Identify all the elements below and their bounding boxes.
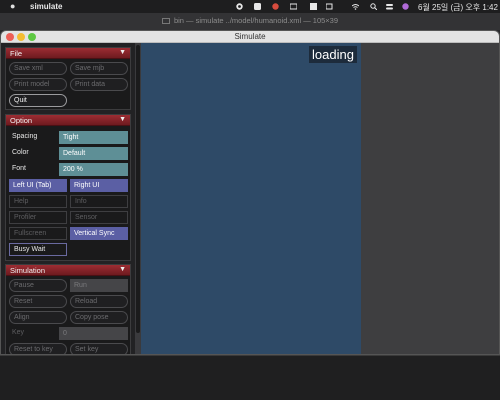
window-title: Simulate <box>234 32 266 41</box>
siri-icon[interactable] <box>402 3 409 10</box>
option-panel-header[interactable]: Option ▼ <box>6 115 130 126</box>
record-icon[interactable] <box>236 3 243 10</box>
spacing-label: Spacing <box>12 133 38 140</box>
info-toggle[interactable]: Info <box>70 195 128 208</box>
collapse-triangle-icon[interactable]: ▼ <box>119 49 126 56</box>
save-mjb-button[interactable]: Save mjb <box>70 62 128 75</box>
reset-button[interactable]: Reset <box>9 295 67 308</box>
spacing-select[interactable]: Tight <box>59 131 128 144</box>
option-panel-title: Option <box>10 116 33 125</box>
vertical-sync-toggle[interactable]: Vertical Sync <box>70 227 128 240</box>
color-select[interactable]: Default <box>59 147 128 160</box>
save-xml-button[interactable]: Save xml <box>9 62 67 75</box>
left-ui-panel: File ▼ Save xml Save mjb Print model Pri… <box>1 43 135 354</box>
simulation-panel: Simulation ▼ Pause Run Reset Reload Alig… <box>5 264 131 354</box>
background-terminal <box>0 355 500 400</box>
photo-icon[interactable] <box>290 3 297 10</box>
background-window-titlebar: bin — simulate ../model/humanoid.xml — 1… <box>0 13 500 30</box>
profiler-toggle[interactable]: Profiler <box>9 211 67 224</box>
app-menu-name[interactable]: simulate <box>30 2 62 11</box>
collapse-triangle-icon[interactable]: ▼ <box>119 266 126 273</box>
control-center-icon[interactable] <box>386 3 393 10</box>
right-ui-toggle[interactable]: Right UI <box>70 179 128 192</box>
align-button[interactable]: Align <box>9 311 67 324</box>
file-panel: File ▼ Save xml Save mjb Print model Pri… <box>5 47 131 110</box>
notification-icon[interactable] <box>272 3 279 10</box>
font-label: Font <box>12 165 27 172</box>
color-label: Color <box>12 149 29 156</box>
quit-button[interactable]: Quit <box>9 94 67 107</box>
apple-menu-icon[interactable]: ● <box>10 1 15 11</box>
loading-label: loading <box>309 46 357 63</box>
fullscreen-toggle[interactable]: Fullscreen <box>9 227 67 240</box>
sensor-toggle[interactable]: Sensor <box>70 211 128 224</box>
set-key-button[interactable]: Set key <box>70 343 128 354</box>
font-select[interactable]: 200 % <box>59 163 128 176</box>
print-model-button[interactable]: Print model <box>9 78 67 91</box>
collapse-triangle-icon[interactable]: ▼ <box>119 116 126 123</box>
app-status-icon[interactable] <box>254 3 261 10</box>
key-label: Key <box>12 329 25 336</box>
window-titlebar: Simulate <box>1 31 499 43</box>
search-icon[interactable] <box>370 3 377 10</box>
menubar-clock[interactable]: 6월 25일 (금) 오후 1:42 <box>418 2 498 13</box>
simulation-panel-title: Simulation <box>10 266 46 275</box>
folder-icon <box>161 18 170 24</box>
file-panel-title: File <box>10 49 23 58</box>
copy-pose-button[interactable]: Copy pose <box>70 311 128 324</box>
simulate-window: Simulate File ▼ Save xml Save mjb Print … <box>0 30 500 355</box>
run-button[interactable]: Run <box>70 279 128 292</box>
reload-button[interactable]: Reload <box>70 295 128 308</box>
reset-to-key-button[interactable]: Reset to key <box>9 343 67 354</box>
busy-wait-toggle[interactable]: Busy Wait <box>9 243 67 256</box>
menu-bar: ● simulate 6월 25일 (금) 오후 1:42 <box>0 0 500 13</box>
pause-button[interactable]: Pause <box>9 279 67 292</box>
right-area <box>361 43 499 354</box>
left-ui-toggle[interactable]: Left UI (Tab) <box>9 179 67 192</box>
print-data-button[interactable]: Print data <box>70 78 128 91</box>
background-window-title: bin — simulate ../model/humanoid.xml — 1… <box>173 16 339 25</box>
simulation-panel-header[interactable]: Simulation ▼ <box>6 265 130 276</box>
scrollbar-thumb[interactable] <box>136 45 140 333</box>
battery-icon[interactable] <box>326 3 333 10</box>
key-slider[interactable]: 0 <box>59 327 128 340</box>
help-toggle[interactable]: Help <box>9 195 67 208</box>
input-source-icon[interactable] <box>310 3 317 10</box>
option-panel: Option ▼ Spacing Tight Color Default Fon… <box>5 114 131 261</box>
wifi-icon[interactable] <box>352 3 359 10</box>
simulation-viewport[interactable]: loading <box>141 43 361 354</box>
file-panel-header[interactable]: File ▼ <box>6 48 130 59</box>
